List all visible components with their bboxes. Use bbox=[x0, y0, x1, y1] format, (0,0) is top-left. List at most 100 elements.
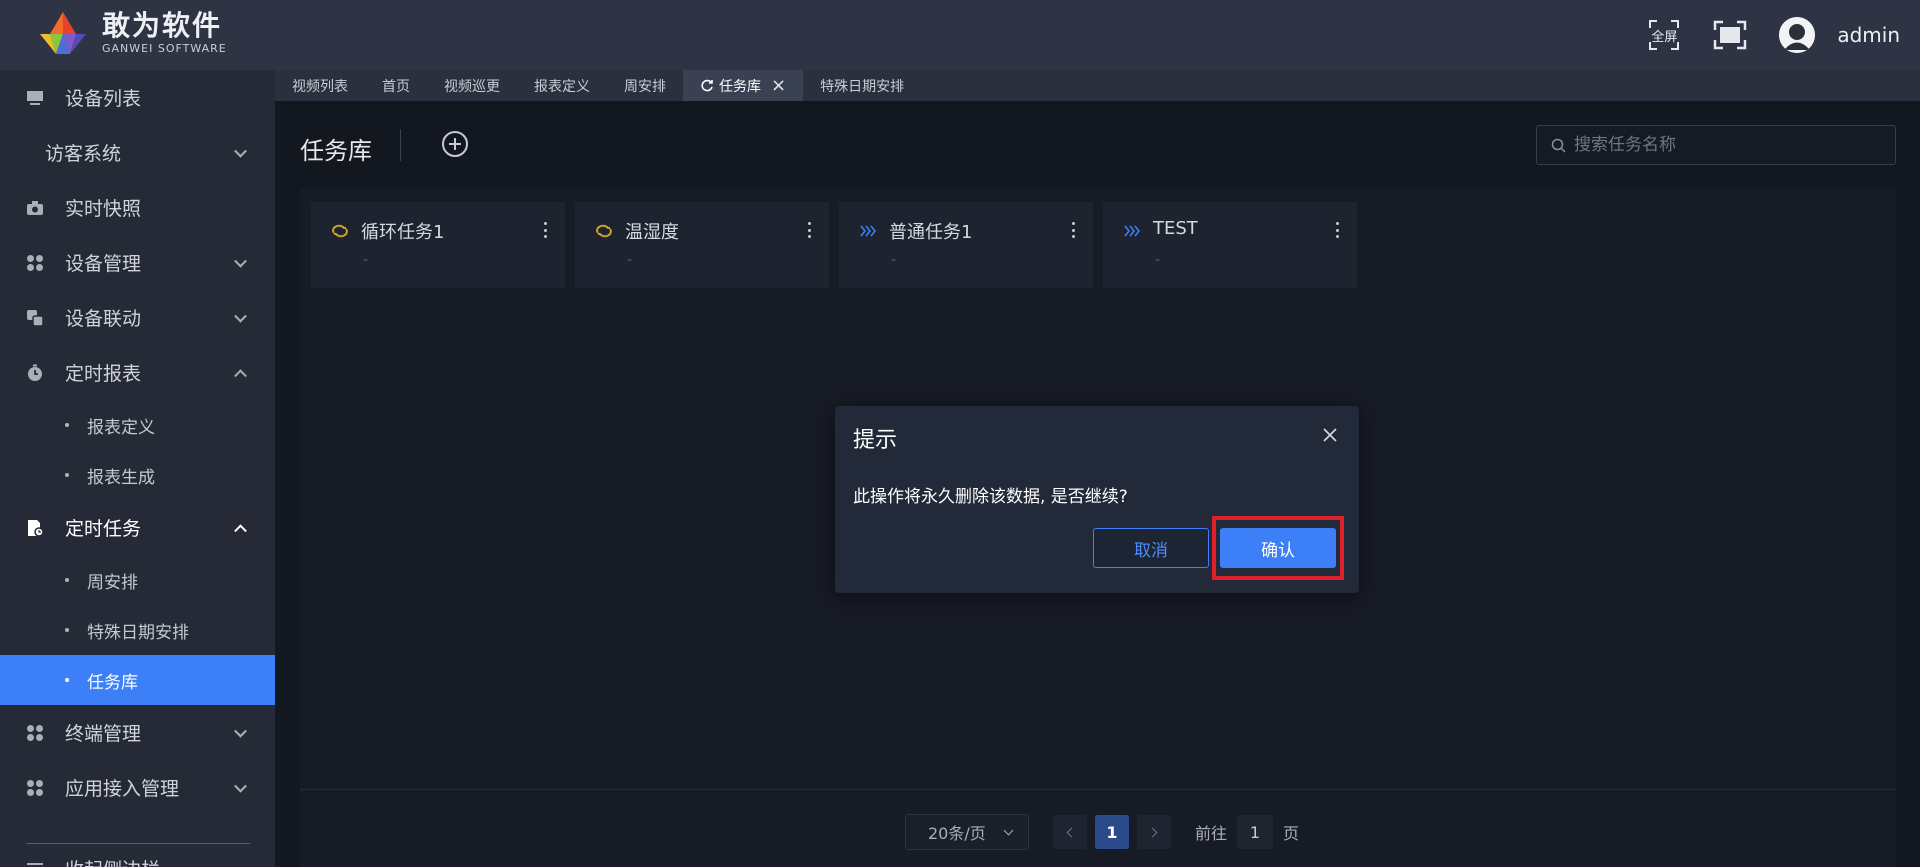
task-card[interactable]: 普通任务1 - bbox=[839, 202, 1093, 288]
sidebar-item-app-access-management[interactable]: 应用接入管理 bbox=[0, 760, 275, 815]
camera-icon bbox=[26, 199, 44, 217]
tab-weekly-schedule[interactable]: 周安排 bbox=[607, 70, 683, 101]
chevron-up-icon bbox=[234, 523, 247, 537]
task-description: - bbox=[1155, 252, 1161, 268]
screen-maximize-icon[interactable] bbox=[1713, 20, 1747, 50]
chevron-down-icon bbox=[234, 779, 247, 793]
sidebar-subitem-report-definition[interactable]: 报表定义 bbox=[0, 400, 275, 450]
tab-label: 报表定义 bbox=[534, 78, 590, 95]
tab-label: 周安排 bbox=[624, 78, 666, 95]
more-vertical-icon[interactable] bbox=[807, 222, 811, 238]
sidebar-item-device-management[interactable]: 设备管理 bbox=[0, 235, 275, 290]
tab-home[interactable]: 首页 bbox=[365, 70, 427, 101]
task-description: - bbox=[627, 252, 633, 268]
sidebar-subitem-weekly-schedule[interactable]: 周安排 bbox=[0, 555, 275, 605]
tab-report-definition[interactable]: 报表定义 bbox=[517, 70, 607, 101]
sidebar-item-label: 特殊日期安排 bbox=[87, 622, 189, 643]
page-size-select[interactable]: 20条/页 bbox=[905, 814, 1029, 850]
loop-icon bbox=[332, 224, 348, 238]
sidebar-item-label: 设备列表 bbox=[65, 88, 142, 110]
chevrons-icon bbox=[1124, 225, 1141, 237]
stopwatch-icon bbox=[26, 364, 44, 382]
sidebar-item-label: 设备联动 bbox=[65, 308, 142, 330]
more-vertical-icon[interactable] bbox=[543, 222, 547, 238]
monitor-icon bbox=[26, 89, 44, 107]
sidebar-item-label: 报表生成 bbox=[87, 467, 155, 488]
grid-icon bbox=[26, 779, 44, 797]
close-icon[interactable] bbox=[1323, 428, 1337, 442]
task-name: TEST bbox=[1153, 218, 1198, 239]
tab-label: 视频巡更 bbox=[444, 78, 500, 95]
sidebar-subitem-task-library[interactable]: 任务库 bbox=[0, 655, 275, 705]
sidebar-subitem-report-generation[interactable]: 报表生成 bbox=[0, 450, 275, 500]
tab-bar: 视频列表 首页 视频巡更 报表定义 周安排 任务库 × 特殊日期安排 bbox=[275, 70, 1920, 101]
brand-name-cn: 敢为软件 bbox=[102, 9, 223, 42]
sidebar-item-label: 应用接入管理 bbox=[65, 778, 180, 800]
tab-video-list[interactable]: 视频列表 bbox=[275, 70, 365, 101]
sidebar-item-label: 终端管理 bbox=[65, 723, 142, 745]
username[interactable]: admin bbox=[1837, 23, 1900, 47]
chevron-down-icon bbox=[234, 724, 247, 738]
grid-icon bbox=[26, 724, 44, 742]
confirm-button[interactable]: 确认 bbox=[1220, 528, 1336, 568]
sidebar-item-device-linkage[interactable]: 设备联动 bbox=[0, 290, 275, 345]
task-card[interactable]: 循环任务1 - bbox=[311, 202, 565, 288]
search-icon bbox=[1551, 138, 1566, 153]
cancel-button[interactable]: 取消 bbox=[1093, 528, 1209, 568]
avatar[interactable] bbox=[1779, 17, 1816, 53]
tab-label: 视频列表 bbox=[292, 78, 348, 95]
tab-task-library[interactable]: 任务库 × bbox=[683, 70, 804, 101]
next-page-button[interactable] bbox=[1137, 815, 1171, 849]
task-description: - bbox=[891, 252, 897, 268]
pagination-divider bbox=[300, 789, 1896, 790]
chevron-left-icon bbox=[1066, 827, 1077, 837]
task-name: 循环任务1 bbox=[361, 222, 445, 243]
tab-label: 首页 bbox=[382, 78, 410, 95]
goto-page-input[interactable]: 1 bbox=[1237, 815, 1274, 849]
chevron-down-icon bbox=[234, 254, 247, 268]
add-circle-icon[interactable] bbox=[441, 130, 469, 158]
page-header: 任务库 bbox=[275, 101, 1920, 189]
tab-special-date-schedule[interactable]: 特殊日期安排 bbox=[803, 70, 921, 101]
sidebar-subitem-special-date-schedule[interactable]: 特殊日期安排 bbox=[0, 605, 275, 655]
brand: 敢为软件 GANWEI SOFTWARE bbox=[102, 10, 227, 56]
more-vertical-icon[interactable] bbox=[1335, 222, 1339, 238]
grid-icon bbox=[26, 254, 44, 272]
top-header: 敢为软件 GANWEI SOFTWARE 全屏 admin bbox=[0, 0, 1920, 70]
chevron-down-icon bbox=[234, 144, 247, 158]
sidebar-item-label: 实时快照 bbox=[65, 198, 142, 220]
sidebar: 设备列表 访客系统 实时快照 设备管理 设备联动 定时报表 报表定义 报表生成 bbox=[0, 70, 275, 867]
chevrons-icon bbox=[860, 225, 877, 237]
page-number-current[interactable]: 1 bbox=[1095, 815, 1129, 849]
menu-icon bbox=[27, 862, 43, 865]
goto-page: 前往 1 页 bbox=[1195, 815, 1299, 849]
company-logo-icon bbox=[40, 12, 86, 54]
search-input[interactable] bbox=[1574, 135, 1874, 155]
more-vertical-icon[interactable] bbox=[1071, 222, 1075, 238]
sidebar-item-terminal-management[interactable]: 终端管理 bbox=[0, 705, 275, 760]
chevron-up-icon bbox=[234, 368, 247, 382]
sidebar-collapse-button[interactable]: 收起侧边栏 bbox=[26, 855, 160, 867]
fullscreen-text-button[interactable]: 全屏 bbox=[1647, 18, 1681, 52]
title-divider bbox=[400, 129, 401, 161]
tab-label: 特殊日期安排 bbox=[820, 78, 905, 95]
header-actions: 全屏 admin bbox=[1647, 0, 1900, 70]
refresh-icon[interactable] bbox=[700, 79, 714, 93]
sidebar-item-scheduled-task[interactable]: 定时任务 bbox=[0, 500, 275, 555]
loop-icon bbox=[596, 224, 612, 238]
pagination: 20条/页 1 前往 1 页 bbox=[905, 814, 1299, 850]
task-file-icon bbox=[26, 519, 44, 537]
tab-close-icon[interactable]: × bbox=[771, 76, 786, 94]
sidebar-item-device-list[interactable]: 设备列表 bbox=[0, 70, 275, 125]
prev-page-button[interactable] bbox=[1053, 815, 1087, 849]
sidebar-item-label: 定时报表 bbox=[65, 363, 142, 385]
chevron-down-icon bbox=[234, 309, 247, 323]
tab-video-patrol[interactable]: 视频巡更 bbox=[427, 70, 517, 101]
sidebar-item-visitor-system[interactable]: 访客系统 bbox=[0, 125, 275, 180]
sidebar-item-label: 收起侧边栏 bbox=[65, 855, 160, 867]
task-card[interactable]: TEST - bbox=[1103, 202, 1357, 288]
task-card[interactable]: 温湿度 - bbox=[575, 202, 829, 288]
sidebar-item-label: 任务库 bbox=[87, 672, 138, 693]
sidebar-item-scheduled-report[interactable]: 定时报表 bbox=[0, 345, 275, 400]
sidebar-item-realtime-snapshot[interactable]: 实时快照 bbox=[0, 180, 275, 235]
